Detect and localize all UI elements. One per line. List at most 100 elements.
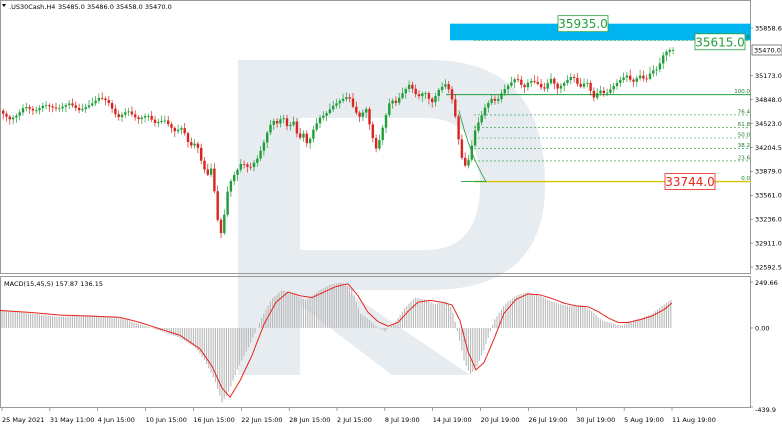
candle-body: [589, 82, 592, 91]
candle-body: [246, 164, 249, 167]
candle-body: [68, 103, 71, 106]
candle-body: [497, 99, 500, 101]
candle-body: [473, 130, 477, 146]
candle-body: [652, 70, 655, 74]
symbol-label: .US30Cash,H4: [9, 3, 55, 11]
candle-body: [130, 111, 134, 115]
candle-body: [87, 105, 91, 108]
candle-body: [71, 103, 74, 106]
trading-chart: 0.023.638.250.061.876.4100.0161.8 35935.…: [0, 0, 782, 424]
macd-indicator: [0, 282, 673, 403]
candle-body: [388, 103, 391, 116]
candle-body: [279, 119, 282, 124]
candle-body: [41, 105, 44, 109]
time-tick-label: 22 Jun 15:00: [241, 416, 282, 424]
macd-tick-label: 0.00: [755, 324, 769, 332]
candle-body: [526, 82, 530, 88]
time-tick-label: 20 Jul 19:00: [481, 416, 520, 424]
candle-body: [183, 128, 186, 134]
candle-body: [120, 114, 124, 118]
candle-body: [61, 106, 64, 109]
candle-body: [500, 93, 503, 100]
candle-body: [516, 79, 520, 81]
price-annotation-label: 33744.0: [665, 175, 715, 189]
fib-level-label: 100.0: [734, 89, 750, 95]
candle-body: [21, 108, 25, 113]
candle-body: [411, 84, 414, 89]
candle-body: [8, 116, 11, 120]
time-tick-label: 2 Jul 15:00: [337, 416, 372, 424]
candle-body: [520, 79, 523, 85]
price-tick-label: 35858.6: [755, 24, 782, 32]
candle-body: [15, 115, 18, 118]
candle-body: [447, 84, 450, 90]
candle-body: [671, 50, 675, 51]
candle-body: [200, 147, 203, 161]
candle-body: [328, 109, 332, 114]
candle-body: [407, 84, 411, 90]
candle-body: [351, 98, 355, 107]
candle-body: [239, 163, 242, 170]
time-tick-label: 10 Jun 15:00: [146, 416, 187, 424]
candle-body: [371, 124, 374, 139]
candle-body: [394, 100, 398, 103]
fib-level-label: 0.0: [741, 176, 750, 182]
candle-body: [510, 82, 513, 86]
candle-body: [513, 79, 516, 83]
candle-body: [625, 75, 629, 78]
candle-body: [602, 90, 605, 94]
candle-body: [322, 115, 325, 118]
candle-body: [662, 55, 665, 64]
candle-body: [97, 97, 101, 101]
ohlc-label: 35485.0 35486.0 35458.0 35470.0: [58, 3, 172, 11]
candle-body: [94, 100, 97, 104]
candle-body: [546, 83, 549, 89]
candle-body: [338, 100, 341, 104]
time-tick-label: 16 Jun 15:00: [193, 416, 234, 424]
candle-body: [638, 75, 642, 79]
candle-body: [450, 89, 454, 100]
candle-body: [490, 98, 493, 103]
candle-body: [275, 121, 279, 124]
candle-body: [101, 97, 104, 99]
candle-body: [269, 124, 272, 133]
candle-body: [58, 108, 61, 110]
candle-body: [249, 166, 252, 168]
candle-body: [259, 150, 262, 159]
candle-body: [153, 119, 157, 123]
candle-body: [404, 89, 407, 94]
candle-body: [655, 69, 658, 71]
candle-body: [216, 191, 219, 220]
candle-body: [160, 121, 163, 122]
candle-body: [233, 174, 236, 182]
candle-body: [51, 106, 54, 108]
candle-body: [569, 76, 572, 80]
price-tick-label: 34848.0: [755, 96, 782, 104]
candle-body: [493, 98, 497, 101]
candle-body: [506, 85, 510, 90]
candle-body: [48, 105, 51, 107]
candle-body: [163, 120, 167, 122]
candle-body: [25, 107, 28, 109]
candle-body: [196, 143, 200, 148]
candle-body: [180, 128, 183, 130]
candle-body: [457, 116, 460, 140]
candle-body: [107, 100, 110, 104]
candle-body: [615, 82, 619, 87]
candle-body: [414, 88, 417, 95]
candle-body: [318, 117, 322, 124]
candle-body: [480, 115, 483, 123]
time-axis: 25 May 2021 31 May 11:00 4 Jun 15:00 10 Jun…: [1, 408, 716, 424]
candle-body: [536, 81, 539, 84]
candle-body: [341, 98, 345, 101]
candle-body: [596, 93, 599, 98]
candle-body: [599, 90, 602, 94]
price-tick-label: 35173.0: [755, 72, 782, 80]
candle-body: [272, 121, 275, 125]
candle-body: [282, 118, 285, 120]
candle-body: [421, 93, 424, 97]
candle-body: [460, 139, 464, 158]
candle-body: [454, 99, 457, 117]
time-tick-label: 14 Jul 19:00: [433, 416, 472, 424]
candle-body: [467, 159, 470, 166]
